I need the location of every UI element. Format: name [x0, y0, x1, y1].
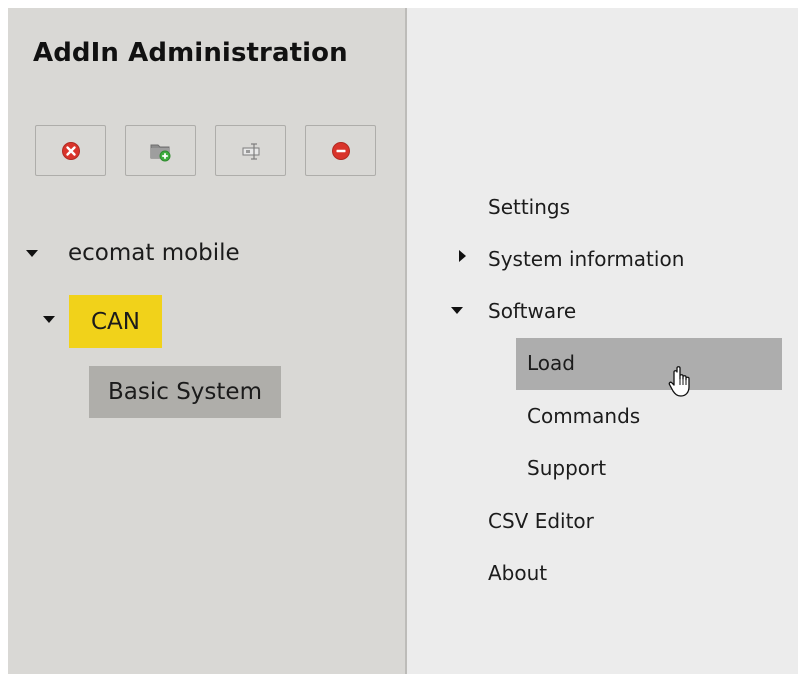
can-expand-toggle[interactable] [43, 316, 55, 323]
tree-node-label: CAN [91, 308, 140, 335]
close-circle-icon [61, 141, 80, 160]
tree-node-label: Basic System [108, 379, 262, 405]
menu-item-system-information[interactable]: System information [488, 247, 684, 271]
software-toggle[interactable] [451, 307, 463, 314]
tree-node-ecomat-mobile[interactable]: ecomat mobile [26, 240, 240, 266]
module-icon [242, 142, 259, 160]
menu-item-settings[interactable]: Settings [488, 195, 570, 219]
system-information-toggle[interactable] [459, 250, 466, 262]
expand-arrow-icon[interactable] [43, 316, 55, 323]
tree-node-can[interactable]: CAN [69, 295, 162, 348]
tree-node-basic-system[interactable]: Basic System [89, 366, 281, 418]
menu-item-software[interactable]: Software [488, 299, 576, 323]
close-button[interactable] [35, 125, 106, 176]
menu-item-load[interactable]: Load [527, 351, 575, 375]
menu-item-commands[interactable]: Commands [527, 404, 640, 428]
addin-administration-panel: AddIn Administration ecomat mobile CAN B… [8, 8, 405, 674]
panel-title: AddIn Administration [33, 38, 348, 68]
add-folder-button[interactable] [125, 125, 196, 176]
menu-item-about[interactable]: About [488, 561, 547, 585]
menu-item-support[interactable]: Support [527, 456, 606, 480]
tree-node-label: ecomat mobile [68, 240, 240, 266]
expand-arrow-icon[interactable] [451, 307, 463, 314]
collapsed-arrow-icon[interactable] [459, 250, 466, 262]
minus-circle-icon [331, 141, 350, 160]
configure-module-button[interactable] [215, 125, 286, 176]
navigation-panel: Settings System information Software Loa… [407, 8, 798, 674]
expand-arrow-icon[interactable] [26, 249, 38, 257]
folder-add-icon [150, 144, 170, 161]
remove-button[interactable] [305, 125, 376, 176]
hand-pointer-icon [668, 366, 690, 397]
menu-item-csv-editor[interactable]: CSV Editor [488, 509, 594, 533]
